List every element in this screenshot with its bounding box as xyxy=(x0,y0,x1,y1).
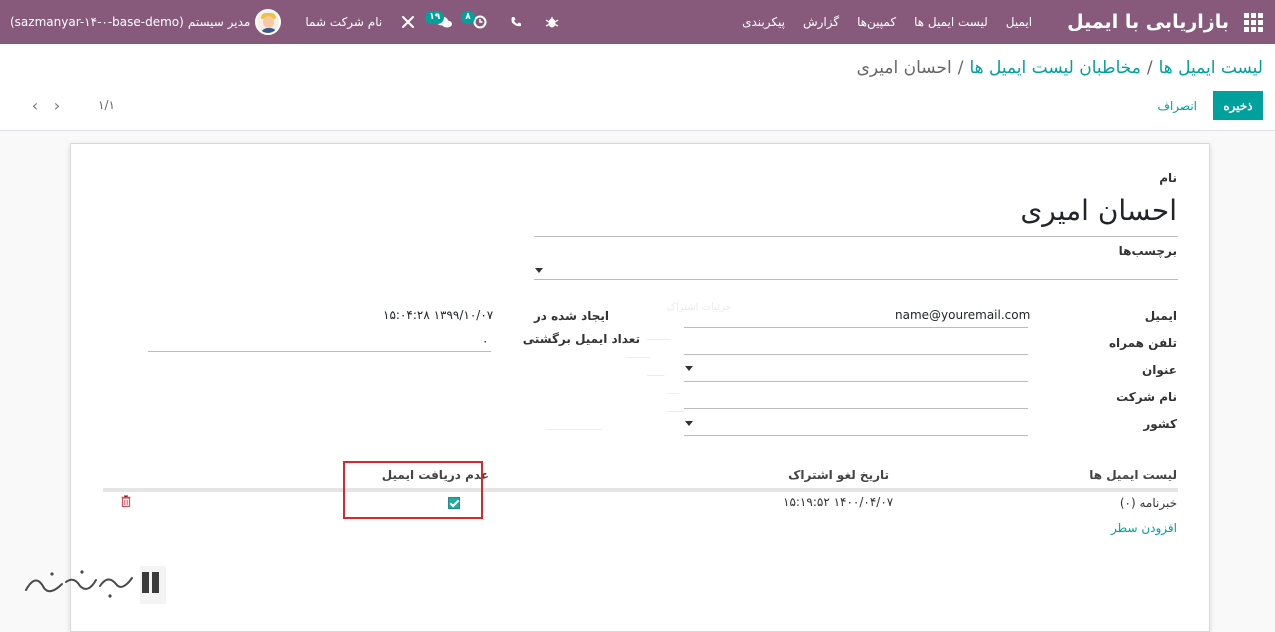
mobile-label: تلفن همراه xyxy=(1108,336,1177,350)
company-field[interactable] xyxy=(684,408,1028,409)
created-label: ایجاد شده در xyxy=(533,309,609,323)
activity-badge: ۸ xyxy=(461,11,475,24)
bug-icon[interactable] xyxy=(544,14,560,30)
email-value[interactable]: name@youremail.com xyxy=(895,308,1030,322)
tags-dropdown-icon[interactable] xyxy=(535,268,543,273)
breadcrumb-list-contacts[interactable]: مخاطبان لیست ایمیل ها xyxy=(969,58,1140,78)
bounce-field[interactable] xyxy=(148,351,491,352)
tools-icon[interactable] xyxy=(400,14,416,30)
name-label: نام xyxy=(1159,171,1177,185)
pager-previous-button[interactable]: ‹ xyxy=(24,95,46,115)
top-navbar: بازاریابی با ایمیل ایمیل لیست ایمیل ها ک… xyxy=(0,0,1275,44)
tags-field[interactable] xyxy=(534,279,1178,280)
systray: (sazmanyar-۱۴-۰-base-demo) مدیر سیستم نا… xyxy=(0,0,580,44)
app-brand[interactable]: بازاریابی با ایمیل xyxy=(1067,11,1229,33)
title-field[interactable] xyxy=(684,381,1028,382)
row-unsub-date[interactable]: ۱۵:۱۹:۵۲ ۱۴۰۰/۰۴/۰۷ xyxy=(783,495,893,509)
company-switcher[interactable]: نام شرکت شما xyxy=(305,15,382,29)
menu-item-campaigns[interactable]: کمپین‌ها xyxy=(848,15,905,29)
menu-item-reporting[interactable]: گزارش xyxy=(794,15,848,29)
add-line-link[interactable]: افزودن سطر xyxy=(1111,521,1177,535)
name-field[interactable]: احسان امیری xyxy=(1020,194,1177,227)
col-unsub-date[interactable]: تاریخ لغو اشتراک xyxy=(788,468,889,482)
apps-grid-icon[interactable] xyxy=(1243,12,1263,32)
discard-button[interactable]: انصراف xyxy=(1152,91,1203,120)
breadcrumb: لیست ایمیل ها/مخاطبان لیست ایمیل ها/احسا… xyxy=(856,58,1263,78)
col-mailing-list[interactable]: لیست ایمیل ها xyxy=(1089,468,1177,482)
messages-badge: ۱۹ xyxy=(425,11,445,24)
avatar xyxy=(255,9,282,35)
title-label: عنوان xyxy=(1142,363,1177,377)
title-dropdown-icon[interactable] xyxy=(685,366,693,371)
menu-item-email[interactable]: ایمیل xyxy=(997,15,1041,29)
tags-label: برچسب‌ها xyxy=(1118,244,1177,258)
pager-value[interactable]: ۱/۱ xyxy=(98,98,115,112)
country-dropdown-icon[interactable] xyxy=(685,421,693,426)
pager: ‹ › ۱/۱ xyxy=(24,95,115,115)
created-value: ۱۵:۰۴:۲۸ ۱۳۹۹/۱۰/۰۷ xyxy=(383,308,494,322)
email-field[interactable] xyxy=(684,327,1028,328)
clock-icon[interactable]: ۸ xyxy=(461,11,488,30)
phone-icon[interactable] xyxy=(508,14,524,30)
main-menu: ایمیل لیست ایمیل ها کمپین‌ها گزارش پیکرب… xyxy=(733,15,1041,29)
email-label: ایمیل xyxy=(1144,309,1177,323)
country-label: کشور xyxy=(1143,417,1177,431)
company-label: نام شرکت xyxy=(1116,390,1177,404)
highlight-box xyxy=(343,461,483,519)
mobile-field[interactable] xyxy=(684,354,1028,355)
pager-next-button[interactable]: › xyxy=(46,95,68,115)
country-field[interactable] xyxy=(684,435,1028,436)
breadcrumb-mailing-lists[interactable]: لیست ایمیل ها xyxy=(1159,58,1263,78)
save-button[interactable]: ذخیره xyxy=(1213,91,1263,120)
row-mailing-list[interactable]: خبرنامه (۰) xyxy=(1120,496,1177,510)
user-name: مدیر سیستم xyxy=(187,15,251,29)
user-menu[interactable]: مدیر سیستم xyxy=(188,9,282,35)
menu-item-mailing-lists[interactable]: لیست ایمیل ها xyxy=(905,15,997,29)
bounce-value[interactable]: ۰ xyxy=(482,334,488,348)
bounce-label: تعداد ایمیل برگشتی xyxy=(522,332,640,346)
chat-icon[interactable]: ۱۹ xyxy=(425,11,453,30)
breadcrumb-current: احسان امیری xyxy=(856,58,952,78)
database-name: (sazmanyar-۱۴-۰-base-demo) xyxy=(10,15,184,29)
form-sheet: نام احسان امیری برچسب‌ها جزئیات اشتراک ـ… xyxy=(70,143,1210,632)
delete-row-icon[interactable] xyxy=(121,495,131,507)
menu-item-configuration[interactable]: پیکربندی xyxy=(733,15,794,29)
site-logo xyxy=(25,566,166,604)
